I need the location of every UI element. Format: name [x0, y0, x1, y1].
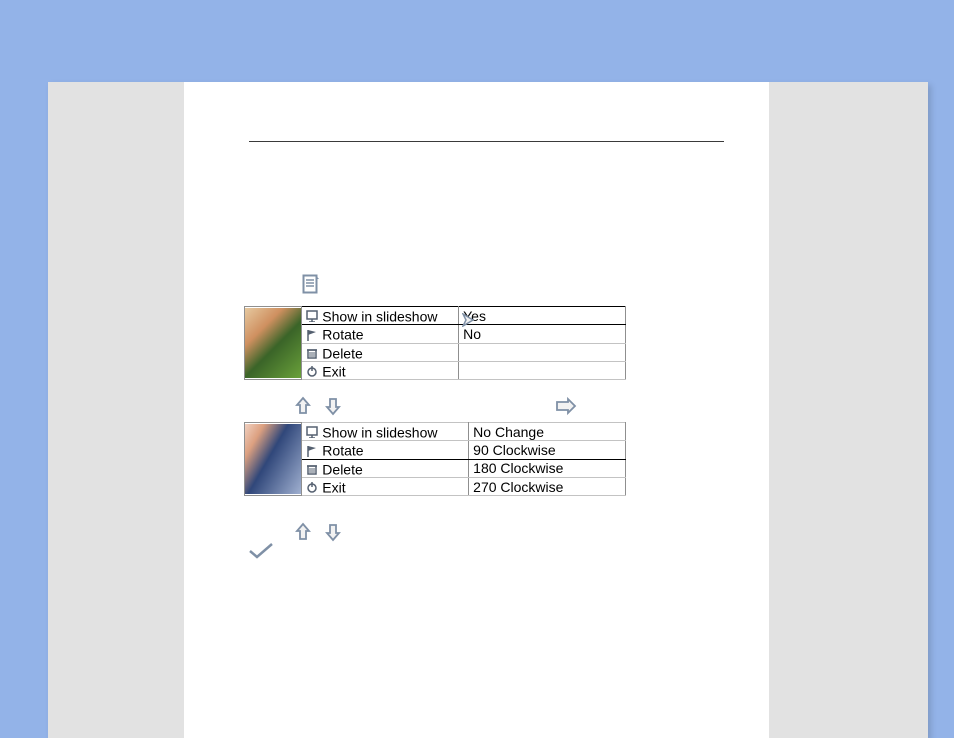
selection-arrow-icon	[462, 313, 476, 330]
option-label: 90 Clockwise	[473, 442, 555, 458]
menu-item-exit[interactable]: Exit	[302, 477, 469, 495]
menu-item-delete[interactable]: Delete	[302, 459, 469, 477]
menu-item-label: Show in slideshow	[322, 308, 437, 324]
arrow-down-icon[interactable]	[324, 522, 342, 545]
nav-arrows-2	[290, 522, 346, 545]
photo-image-1	[245, 308, 301, 378]
menu-item-label: Delete	[322, 345, 362, 361]
arrow-up-icon[interactable]	[294, 522, 312, 545]
slideshow-icon	[306, 425, 318, 437]
nav-arrows-1	[290, 396, 346, 419]
menu-item-show-slideshow[interactable]: Show in slideshow	[302, 423, 469, 441]
document-paper: Show in slideshow Yes Rotate No Delete	[184, 82, 769, 738]
menu-item-exit[interactable]: Exit	[302, 361, 459, 379]
trash-icon	[306, 346, 318, 358]
arrow-down-icon[interactable]	[324, 396, 342, 419]
arrow-right-icon[interactable]	[554, 396, 578, 419]
menu-item-rotate[interactable]: Rotate	[302, 325, 459, 343]
menu-item-rotate[interactable]: Rotate	[302, 441, 469, 459]
menu-table-2: Show in slideshow No Change Rotate 90 Cl…	[244, 422, 626, 496]
arrow-up-icon[interactable]	[294, 396, 312, 419]
option-label: 270 Clockwise	[473, 479, 563, 495]
menu-item-label: Exit	[322, 479, 345, 495]
option-label: 180 Clockwise	[473, 460, 563, 476]
power-icon	[306, 364, 318, 376]
option-no-change[interactable]: No Change	[469, 423, 626, 441]
option-no[interactable]: No	[459, 325, 626, 343]
photo-thumbnail-1	[245, 307, 302, 380]
horizontal-rule	[249, 141, 724, 142]
flag-icon	[306, 328, 318, 340]
option-180-clockwise[interactable]: 180 Clockwise	[469, 459, 626, 477]
menu-item-delete[interactable]: Delete	[302, 343, 459, 361]
flag-icon	[306, 444, 318, 456]
menu-item-label: Rotate	[322, 327, 363, 343]
empty-option	[459, 343, 626, 361]
option-yes[interactable]: Yes	[459, 307, 626, 325]
photo-thumbnail-2	[245, 423, 302, 496]
menu-item-show-slideshow[interactable]: Show in slideshow	[302, 307, 459, 325]
menu-item-label: Rotate	[322, 443, 363, 459]
power-icon	[306, 480, 318, 492]
menu-item-label: Delete	[322, 461, 362, 477]
option-270-clockwise[interactable]: 270 Clockwise	[469, 477, 626, 495]
option-90-clockwise[interactable]: 90 Clockwise	[469, 441, 626, 459]
empty-option	[459, 361, 626, 379]
menu-item-label: Exit	[322, 363, 345, 379]
photo-image-2	[245, 424, 301, 494]
trash-icon	[306, 462, 318, 474]
checkmark-icon[interactable]	[248, 541, 274, 564]
document-icon	[302, 274, 320, 294]
option-label: No Change	[473, 424, 544, 440]
menu-table-1: Show in slideshow Yes Rotate No Delete	[244, 306, 626, 380]
slideshow-icon	[306, 309, 318, 321]
menu-item-label: Show in slideshow	[322, 424, 437, 440]
page-background: Show in slideshow Yes Rotate No Delete	[48, 82, 928, 738]
